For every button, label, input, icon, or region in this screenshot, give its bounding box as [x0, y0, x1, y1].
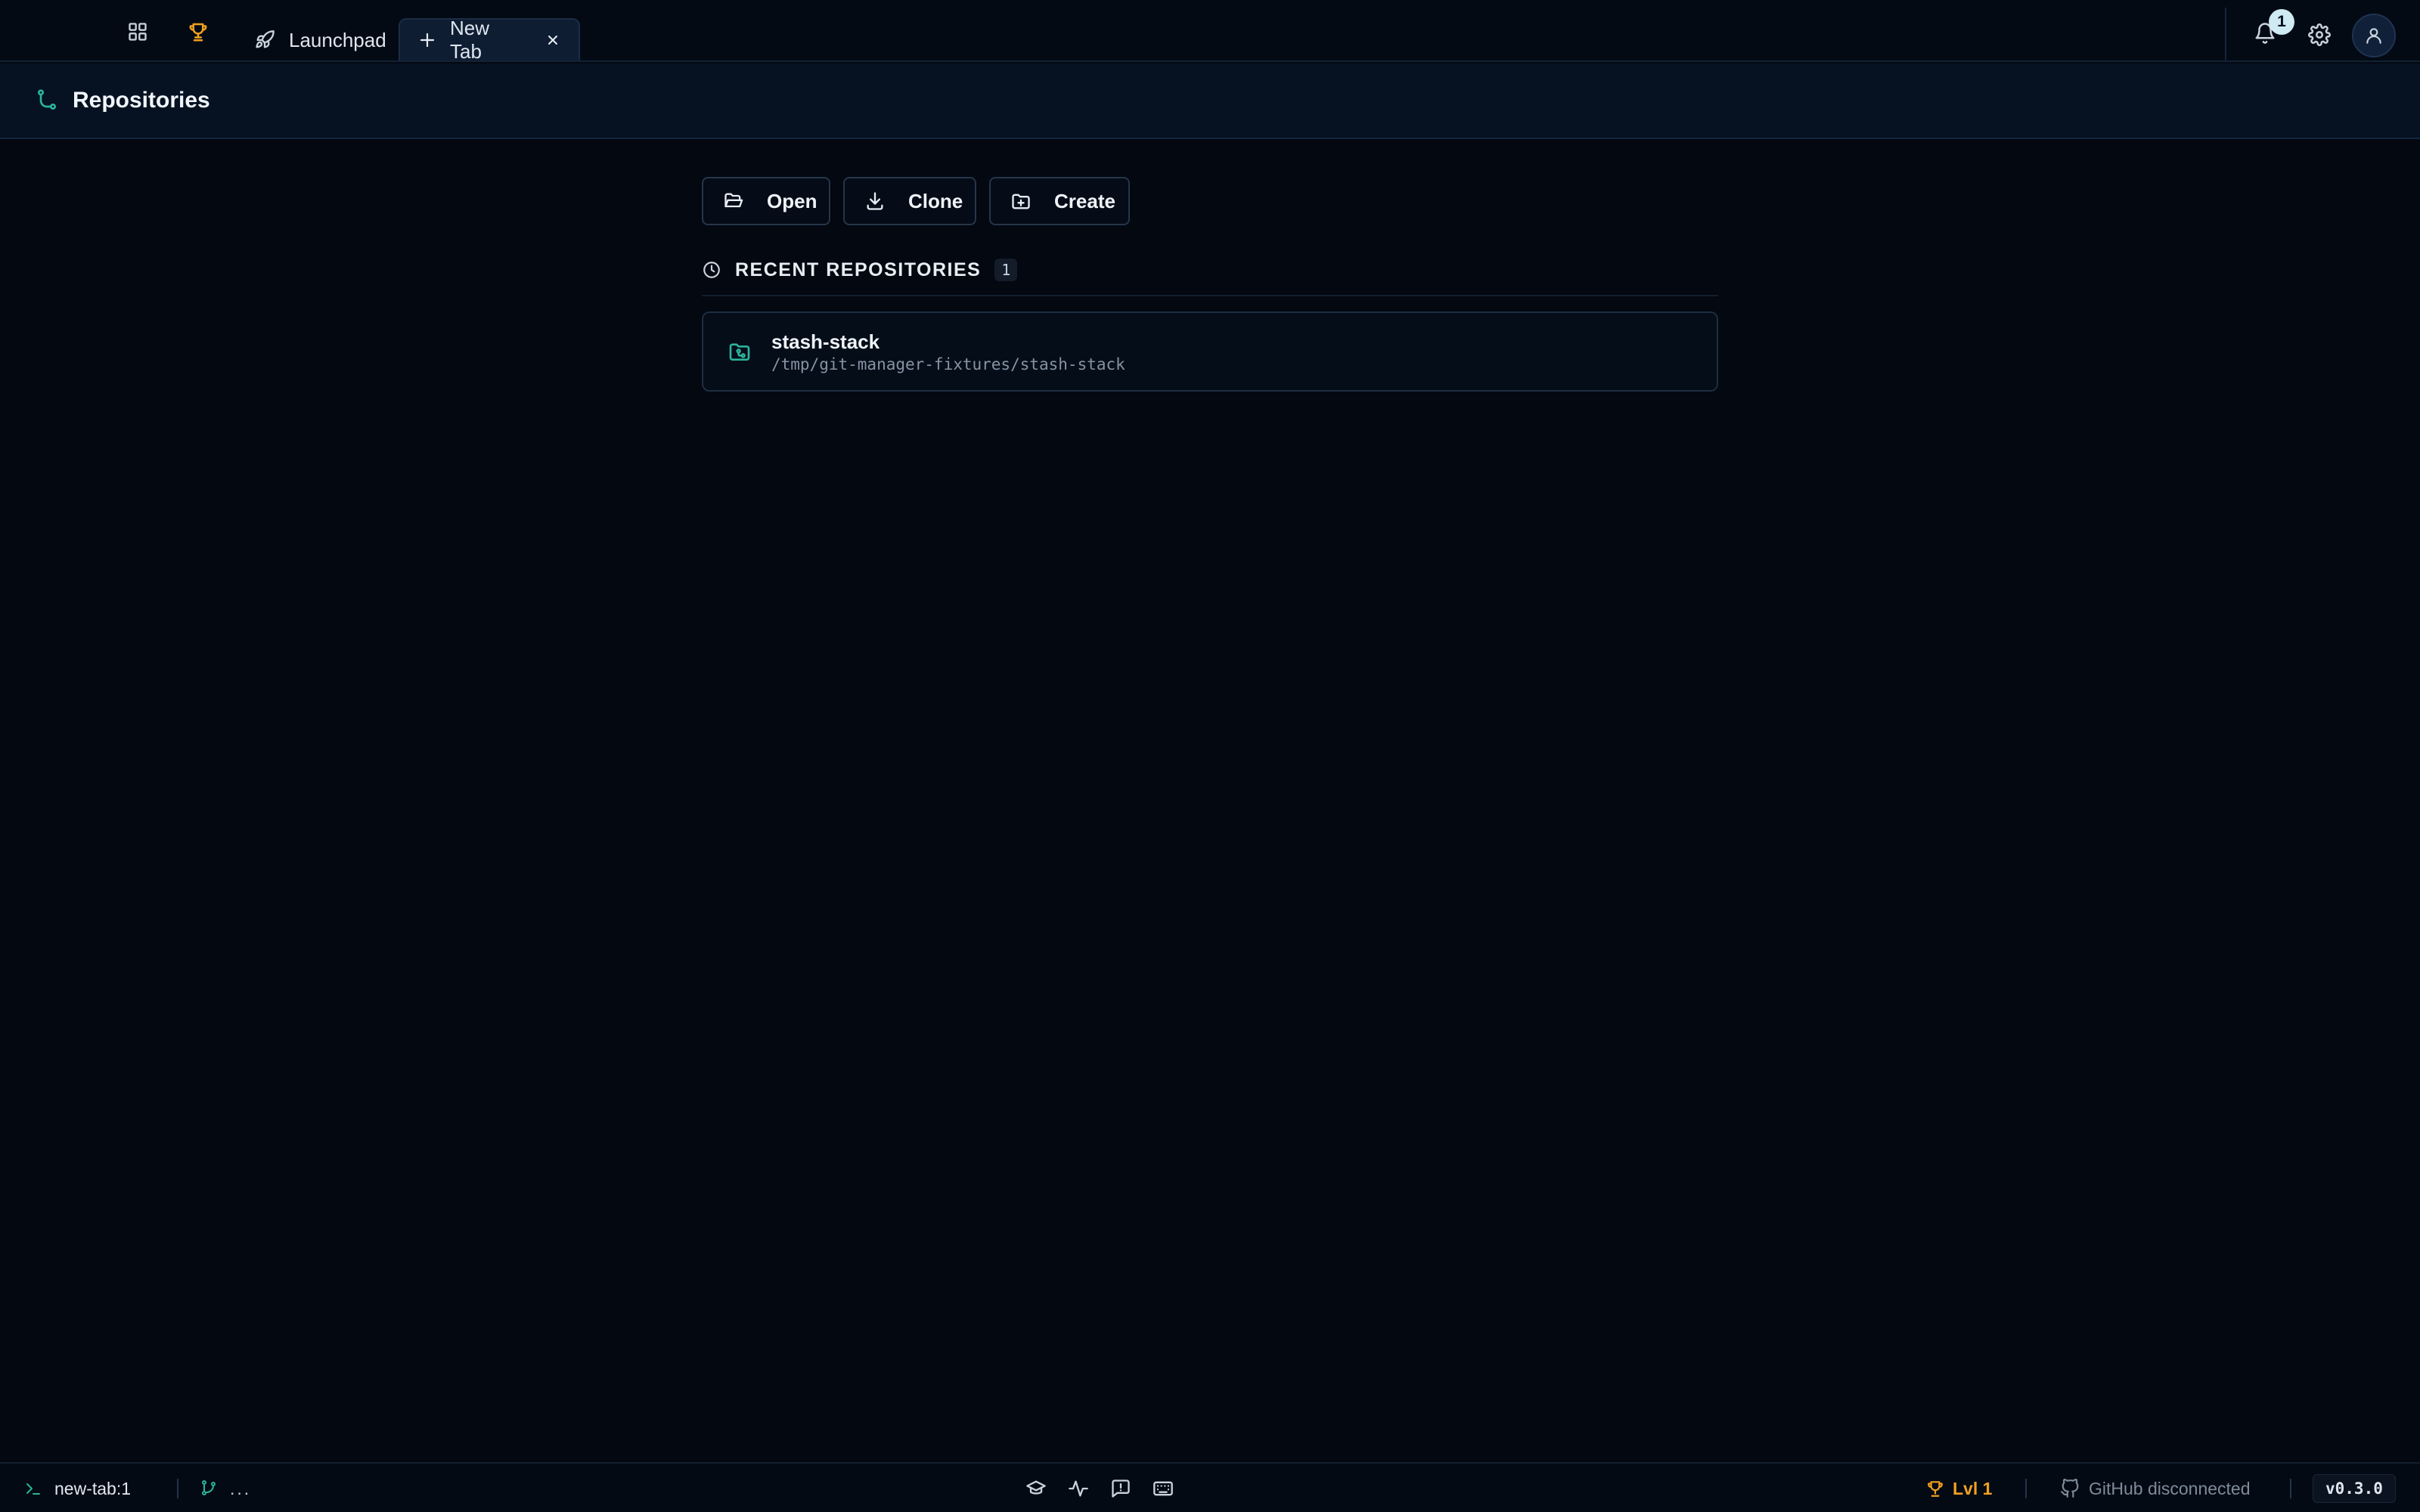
plus-icon	[418, 31, 436, 49]
tab-launchpad[interactable]: Launchpad	[242, 18, 399, 62]
version-badge: v0.3.0	[2313, 1474, 2396, 1503]
rocket-icon	[254, 29, 275, 51]
topbar-divider	[2225, 8, 2226, 62]
clone-button[interactable]: Clone	[843, 177, 976, 225]
folder-plus-icon	[1010, 191, 1032, 212]
tab-new-tab[interactable]: New Tab	[399, 17, 580, 63]
create-button-label: Create	[1054, 189, 1115, 212]
gear-icon[interactable]	[2304, 20, 2335, 50]
tab-bar: Launchpad New Tab 1	[0, 0, 2420, 63]
keyboard-icon[interactable]	[1150, 1475, 1177, 1502]
status-divider	[177, 1479, 178, 1498]
repo-path: /tmp/git-manager-fixtures/stash-stack	[771, 355, 1125, 373]
recent-repositories-count: 1	[994, 259, 1018, 281]
status-divider	[2025, 1479, 2027, 1498]
trophy-icon	[1925, 1479, 1945, 1498]
close-icon[interactable]	[545, 33, 560, 48]
terminal-session[interactable]: new-tab:1	[24, 1464, 131, 1512]
download-icon	[864, 191, 886, 212]
status-tools	[1022, 1464, 1192, 1512]
status-divider	[2290, 1479, 2291, 1498]
level-indicator[interactable]: Lvl 1	[1925, 1464, 1992, 1512]
tab-new-tab-label: New Tab	[450, 17, 490, 63]
terminal-session-label: new-tab:1	[54, 1478, 132, 1498]
user-icon	[2364, 26, 2384, 45]
git-branch-icon	[200, 1479, 218, 1498]
github-icon	[2060, 1479, 2080, 1498]
feedback-icon[interactable]	[1107, 1475, 1134, 1502]
branch-indicator[interactable]: ...	[200, 1464, 251, 1512]
github-status[interactable]: GitHub disconnected	[2060, 1464, 2251, 1512]
open-button[interactable]: Open	[702, 177, 830, 225]
notification-badge: 1	[2269, 9, 2294, 35]
repo-text: stash-stack /tmp/git-manager-fixtures/st…	[771, 330, 1125, 373]
trophy-icon[interactable]	[183, 17, 213, 47]
folder-git-icon	[728, 339, 752, 364]
status-bar: new-tab:1 ... Lvl 1 GitHub disconnected …	[0, 1462, 2420, 1512]
level-label: Lvl 1	[1953, 1478, 1993, 1498]
open-button-label: Open	[767, 189, 818, 212]
clone-button-label: Clone	[908, 189, 963, 212]
recent-repositories-title: RECENT REPOSITORIES	[735, 259, 982, 280]
branch-label: ...	[230, 1478, 252, 1498]
clock-icon	[702, 260, 721, 280]
page-title: Repositories	[73, 88, 210, 113]
repository-actions: Open Clone Create	[702, 177, 1143, 225]
page-header: Repositories	[0, 64, 2420, 139]
terminal-icon	[24, 1479, 42, 1498]
grid-icon[interactable]	[123, 17, 153, 47]
create-button[interactable]: Create	[989, 177, 1130, 225]
tab-launchpad-label: Launchpad	[289, 28, 386, 51]
graduation-cap-icon[interactable]	[1022, 1475, 1050, 1502]
activity-icon[interactable]	[1065, 1475, 1092, 1502]
avatar[interactable]	[2352, 14, 2396, 57]
recent-repositories-header: RECENT REPOSITORIES 1	[702, 259, 1718, 296]
folder-open-icon	[723, 191, 744, 212]
repo-name: stash-stack	[771, 330, 880, 353]
github-status-label: GitHub disconnected	[2089, 1478, 2251, 1498]
list-item[interactable]: stash-stack /tmp/git-manager-fixtures/st…	[702, 311, 1718, 392]
git-branch-icon	[35, 88, 59, 113]
